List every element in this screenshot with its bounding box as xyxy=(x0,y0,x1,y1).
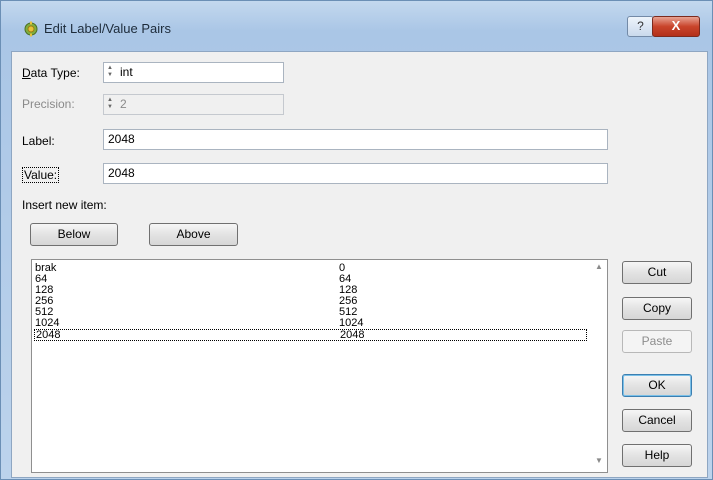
list-row[interactable]: brak 0 xyxy=(34,263,587,274)
data-type-field[interactable]: ▲ ▼ int xyxy=(103,62,284,83)
window-title: Edit Label/Value Pairs xyxy=(44,21,171,36)
list-row[interactable]: 128 128 xyxy=(34,285,587,296)
close-button[interactable]: X xyxy=(652,16,700,37)
list-row[interactable]: 64 64 xyxy=(34,274,587,285)
list-row[interactable]: 256 256 xyxy=(34,296,587,307)
cancel-button[interactable]: Cancel xyxy=(622,409,692,432)
list-row-value: 2048 xyxy=(340,329,365,341)
data-type-value: int xyxy=(120,65,133,79)
value-field[interactable]: 2048 xyxy=(103,163,608,184)
value-label: Value: xyxy=(22,167,60,183)
dialog-window: Edit Label/Value Pairs ? X Data Type: ▲ ▼… xyxy=(0,0,713,480)
help-button[interactable]: Help xyxy=(622,444,692,467)
precision-field: ▲ ▼ 2 xyxy=(103,94,284,115)
list-row[interactable]: 2048 2048 xyxy=(34,329,587,341)
paste-button: Paste xyxy=(622,330,692,353)
ok-button[interactable]: OK xyxy=(622,374,692,397)
list-row-value: 1024 xyxy=(339,317,364,329)
precision-value: 2 xyxy=(120,97,127,111)
list-row[interactable]: 512 512 xyxy=(34,307,587,318)
label-label: Label: xyxy=(22,134,55,148)
app-icon xyxy=(24,21,38,37)
list-row[interactable]: 1024 1024 xyxy=(34,318,587,329)
precision-label: Precision: xyxy=(22,97,75,111)
precision-spinner-icon: ▲ ▼ xyxy=(107,97,113,110)
scroll-down-arrow-icon[interactable]: ▼ xyxy=(593,456,605,466)
copy-button[interactable]: Copy xyxy=(622,297,692,320)
help-title-button[interactable]: ? xyxy=(627,16,654,37)
below-button[interactable]: Below xyxy=(30,223,118,246)
data-type-label: Data Type: xyxy=(22,66,80,80)
scroll-up-arrow-icon[interactable]: ▲ xyxy=(593,262,605,272)
list-row-label: 2048 xyxy=(36,329,61,341)
above-button[interactable]: Above xyxy=(149,223,238,246)
label-value-list[interactable]: brak 0 64 64 128 128 256 256 512 512 1024 1024 2048 2… xyxy=(31,259,608,473)
insert-new-item-label: Insert new item: xyxy=(22,198,107,212)
list-row-label: 1024 xyxy=(35,317,60,329)
title-bar[interactable]: Edit Label/Value Pairs ? X xyxy=(1,1,712,45)
cut-button[interactable]: Cut xyxy=(622,261,692,284)
data-type-spinner-icon[interactable]: ▲ ▼ xyxy=(106,65,114,80)
label-field[interactable]: 2048 xyxy=(103,129,608,150)
